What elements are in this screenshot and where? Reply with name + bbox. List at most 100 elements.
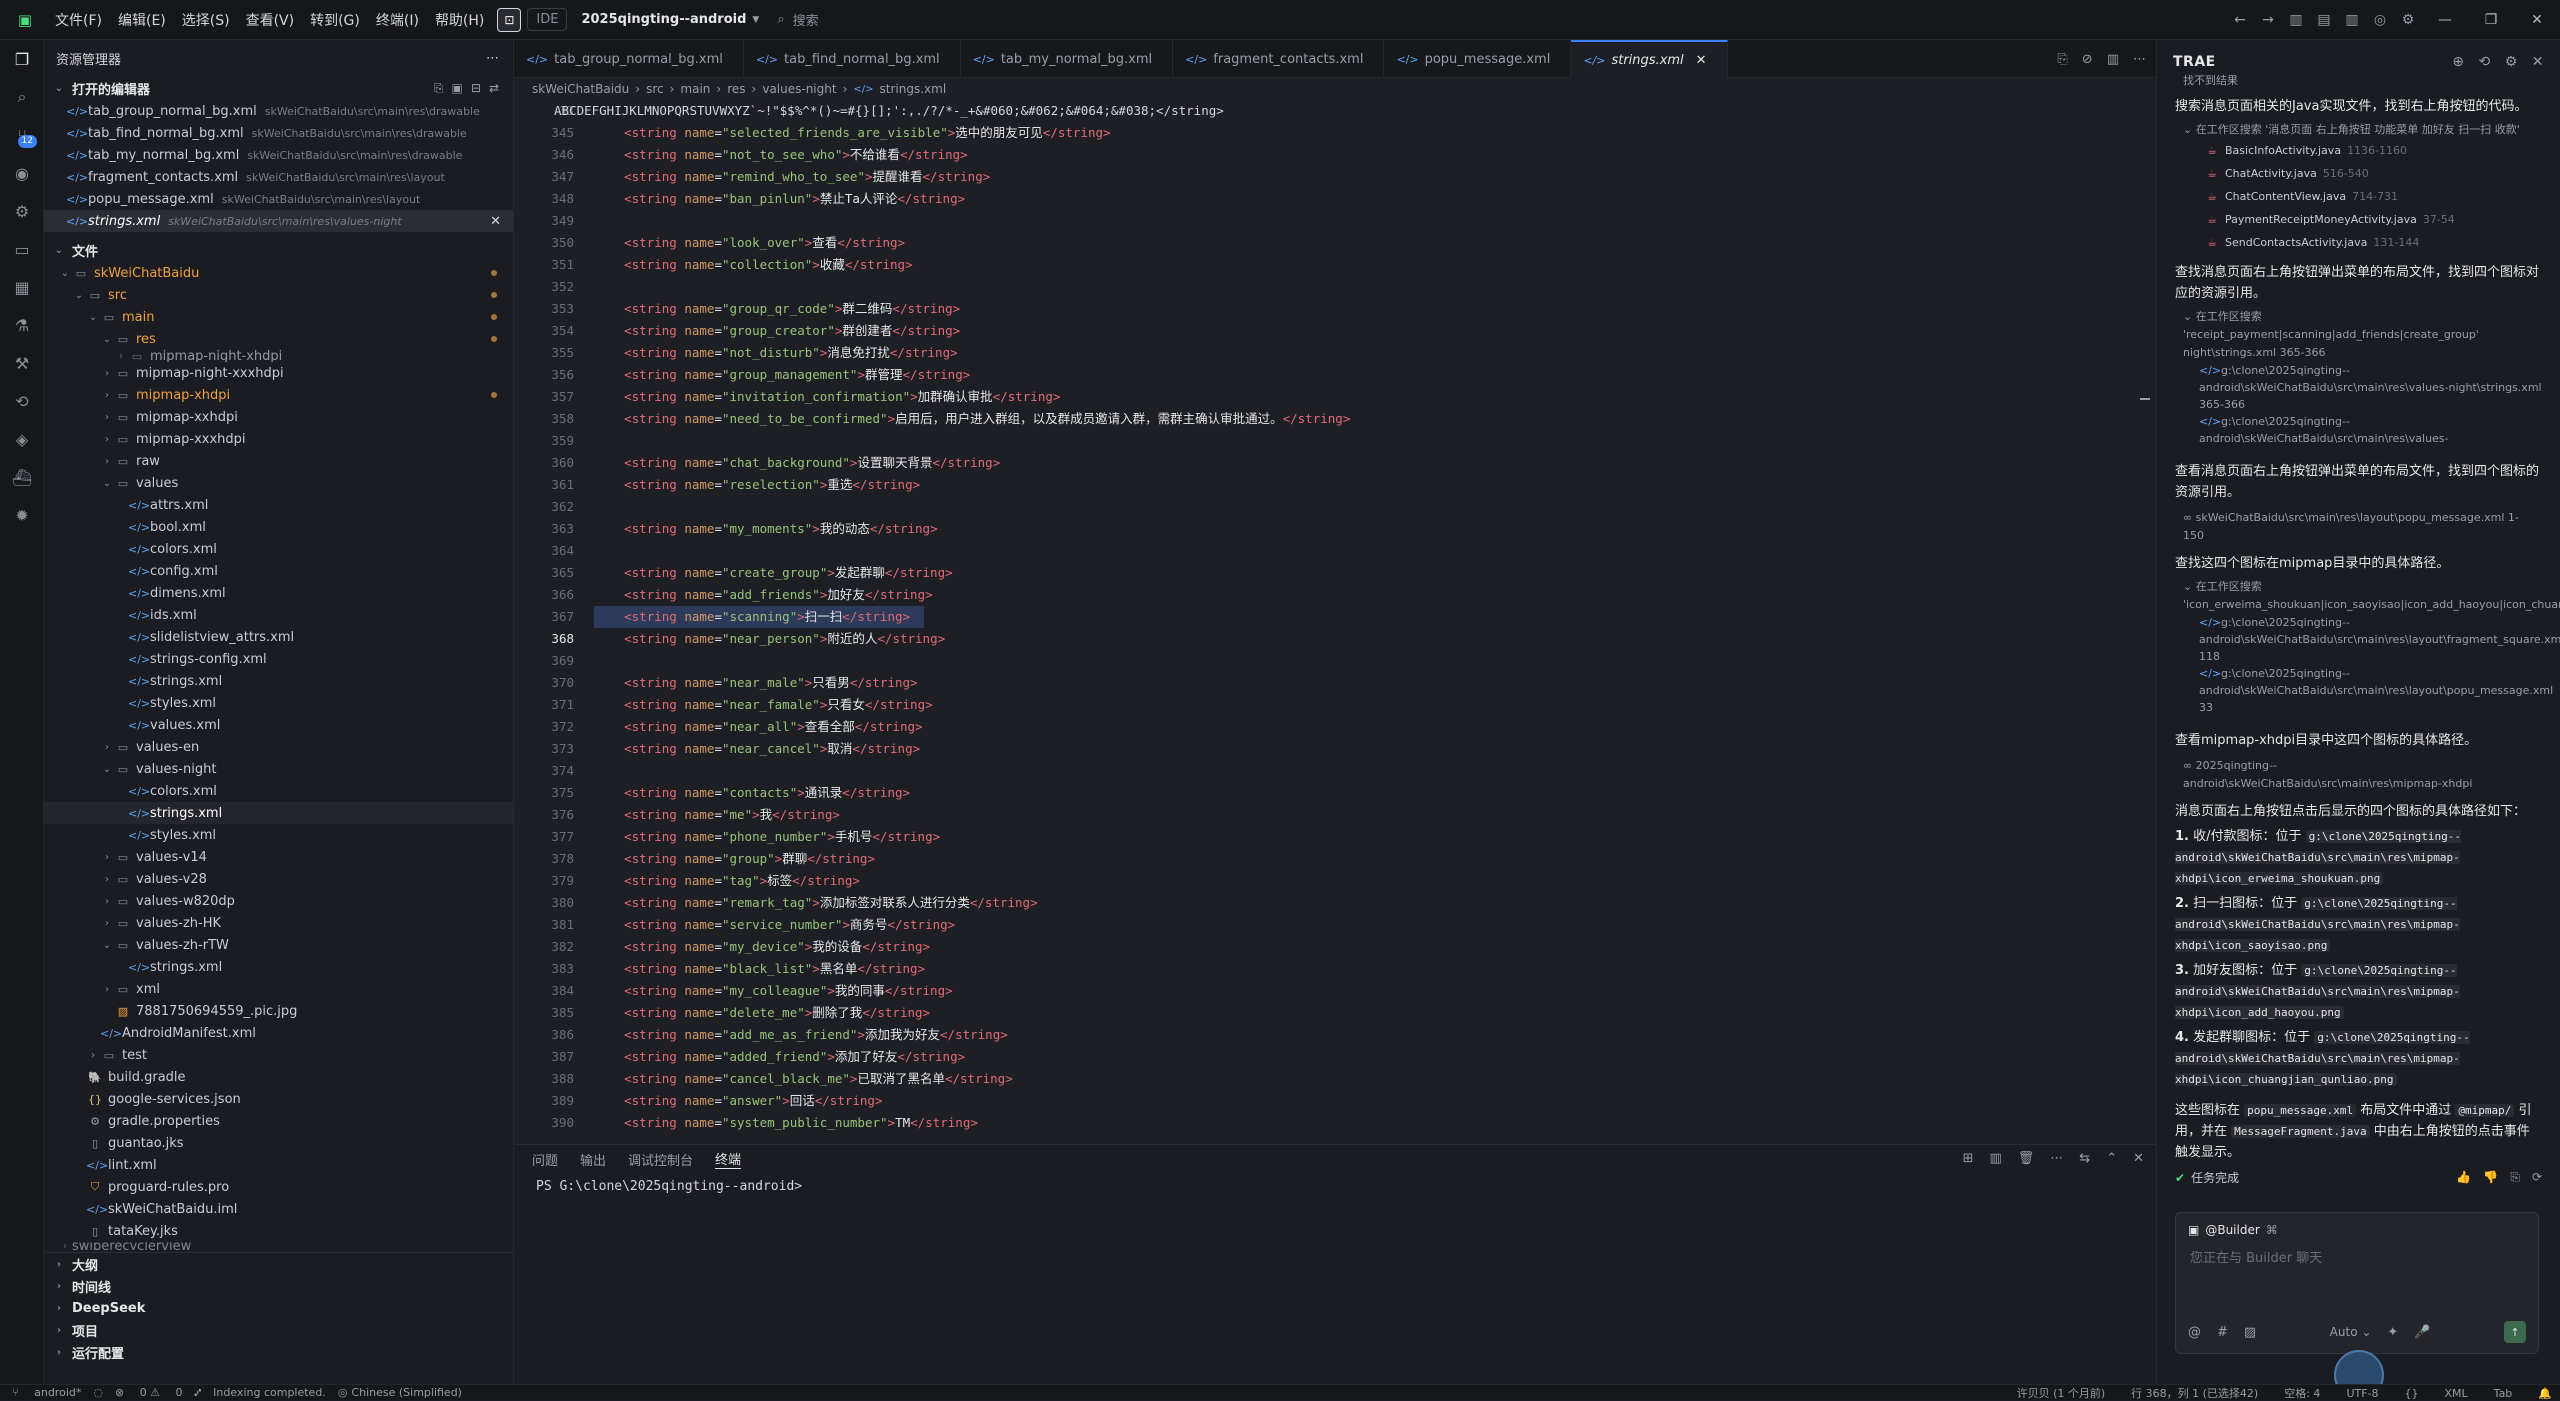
deepseek-section[interactable]: › DeepSeek [44, 1297, 513, 1319]
language-status[interactable]: Chinese (Simplified) [351, 1386, 462, 1399]
tree-file[interactable]: </> values.xml [44, 714, 513, 736]
tab-strings-active[interactable]: </> strings.xml ✕ [1571, 40, 1728, 78]
terminal-prompt[interactable]: PS G:\clone\2025qingting--android> [514, 1173, 2156, 1200]
save-all-icon[interactable]: ▣ [452, 81, 463, 96]
copy-icon[interactable]: ⎘ [2510, 1170, 2520, 1185]
code-line[interactable]: <string name="group_management">群管理</str… [594, 364, 970, 386]
tree-file[interactable]: </> slidelistview_attrs.xml [44, 626, 513, 648]
tree-folder[interactable]: › swiperecyclerview [44, 1242, 513, 1250]
maximize-icon[interactable]: ❐ [2468, 12, 2514, 28]
indentation[interactable]: 空格: 4 [2284, 1385, 2320, 1401]
close-icon[interactable]: ✕ [490, 214, 501, 229]
code-line[interactable]: <string name="remark_tag">添加标签对联系人进行分类</… [594, 892, 1038, 914]
tree-folder[interactable]: › ▭ values-w820dp [44, 890, 513, 912]
code-line[interactable]: <string name="group_qr_code">群二维码</strin… [594, 298, 960, 320]
retry-icon[interactable]: ⟳ [2532, 1170, 2542, 1185]
code-line[interactable]: <string name="create_group">发起群聊</string… [594, 562, 953, 584]
image-upload-icon[interactable]: ▨ [2244, 1325, 2256, 1340]
branch-status[interactable]: ⑂ android* [12, 1386, 81, 1399]
close-window-icon[interactable]: ✕ [2514, 12, 2560, 28]
testing-icon[interactable]: ⚗ [0, 306, 44, 344]
collapse-icon[interactable]: ⊟ [471, 81, 481, 96]
tree-file[interactable]: </> styles.xml [44, 824, 513, 846]
timeline-section[interactable]: › 时间线 [44, 1275, 513, 1297]
hash-icon[interactable]: # [2217, 1325, 2228, 1340]
extensions-gear-icon[interactable]: ⚙ [0, 192, 44, 230]
new-untitled-icon[interactable]: ⎘ [434, 81, 444, 96]
breadcrumb-item[interactable]: res [727, 82, 745, 96]
code-line[interactable]: <string name="scanning">扫一扫</string> [594, 606, 910, 628]
tree-file-active[interactable]: </> strings.xml [44, 802, 513, 824]
code-line[interactable]: <string name="system_public_number">TM</… [594, 1112, 978, 1134]
file-reference[interactable]: ∞ skWeiChatBaidu\src\main\res\layout\pop… [2157, 509, 2560, 545]
code-line[interactable]: <string name="delete_me">删除了我</string> [594, 1002, 930, 1024]
code-line[interactable]: <string name="need_to_be_confirmed">启用后，… [594, 408, 1350, 430]
open-editor-item[interactable]: </> tab_group_normal_bg.xml skWeiChatBai… [44, 100, 513, 122]
search-step[interactable]: ⌄ 在工作区搜索 '消息页面 右上角按钮 功能菜单 加好友 扫一扫 收款' [2157, 121, 2560, 139]
code-line[interactable]: <string name="group">群聊</string> [594, 848, 875, 870]
result-file[interactable]: ☕ ChatContentView.java 714-731 [2157, 185, 2560, 208]
tab-fragment-contacts[interactable]: </> fragment_contacts.xml [1173, 40, 1385, 78]
tree-folder[interactable]: › ▭ mipmap-xxhdpi [44, 406, 513, 428]
back-icon[interactable]: ← [2226, 12, 2254, 28]
sticky-code-line[interactable]: ABCDEFGHIJKLMNOPQRSTUVWXYZ`~!"$$%^*()~=#… [554, 100, 1224, 122]
code-line[interactable]: <string name="not_disturb">消息免打扰</string… [594, 342, 958, 364]
code-line[interactable]: <string name="tag">标签</string> [594, 870, 860, 892]
language-mode[interactable]: XML [2445, 1387, 2468, 1400]
code-editor[interactable]: 33 ABCDEFGHIJKLMNOPQRSTUVWXYZ`~!"$$%^*()~… [514, 100, 2156, 1144]
breadcrumb-item[interactable]: skWeiChatBaidu [532, 82, 629, 96]
toggle-sidebar-icon[interactable]: ▥ [2282, 12, 2310, 28]
microphone-icon[interactable]: 🎤 [2414, 1325, 2430, 1340]
settings-icon[interactable]: ⚙ [2394, 12, 2422, 28]
command-search[interactable]: ⌕ 搜索 [777, 10, 1037, 29]
new-chat-icon[interactable]: ⊕ [2452, 54, 2464, 70]
menu-select[interactable]: 选择(S) [175, 6, 237, 34]
code-line[interactable]: <string name="collection">收藏</string> [594, 254, 913, 276]
tree-folder[interactable]: ⌄ ▭ main [44, 306, 513, 328]
code-line[interactable]: <string name="ban_pinlun">禁止Ta人评论</strin… [594, 188, 965, 210]
code-line[interactable]: <string name="add_me_as_friend">添加我为好友</… [594, 1024, 1008, 1046]
open-editor-item[interactable]: </> popu_message.xml skWeiChatBaidu\src\… [44, 188, 513, 210]
tree-file[interactable]: </> bool.xml [44, 516, 513, 538]
code-line[interactable]: <string name="not_to_see_who">不给谁看</stri… [594, 144, 968, 166]
sync-icon[interactable]: ◌ [93, 1386, 103, 1399]
more-actions-icon[interactable]: ⋯ [2050, 1151, 2063, 1166]
tree-file[interactable]: </> strings.xml [44, 956, 513, 978]
code-line[interactable]: <string name="my_colleague">我的同事</string… [594, 980, 953, 1002]
notifications-icon[interactable]: 🔔 [2538, 1387, 2552, 1400]
split-terminal-icon[interactable]: ▥ [1989, 1151, 2001, 1166]
code-line[interactable]: <string name="look_over">查看</string> [594, 232, 905, 254]
tree-folder[interactable]: › ▭ mipmap-xhdpi [44, 384, 513, 406]
thumbs-up-icon[interactable]: 👍 [2456, 1170, 2471, 1185]
tree-folder[interactable]: › ▭ mipmap-night-xxxhdpi [44, 362, 513, 384]
tree-file[interactable]: </> strings-config.xml [44, 648, 513, 670]
result-path[interactable]: </>g:\clone\2025qingting--android\skWeiC… [2157, 614, 2560, 665]
tree-file[interactable]: </> colors.xml [44, 780, 513, 802]
result-file[interactable]: ☕ PaymentReceiptMoneyActivity.java 37-54 [2157, 208, 2560, 231]
menu-edit[interactable]: 编辑(E) [111, 6, 173, 34]
close-icon[interactable]: ✕ [1696, 53, 1707, 68]
tree-folder[interactable]: › ▭ test [44, 1044, 513, 1066]
tab-tab-group-normal-bg[interactable]: </> tab_group_normal_bg.xml [514, 40, 744, 78]
panel-layout-icon[interactable]: ⇆ [2079, 1151, 2090, 1166]
history-icon[interactable]: ⟲ [2478, 54, 2490, 70]
run-debug-icon[interactable]: ◉ [0, 154, 44, 192]
tree-folder[interactable]: ⌄ ▭ src [44, 284, 513, 306]
code-line[interactable]: <string name="added_friend">添加了好友</strin… [594, 1046, 965, 1068]
result-file[interactable]: ☕ SendContactsActivity.java 131-144 [2157, 231, 2560, 254]
tree-folder[interactable]: › ▭ xml [44, 978, 513, 1000]
send-button[interactable]: ↑ [2503, 1321, 2526, 1343]
menu-goto[interactable]: 转到(G) [303, 6, 367, 34]
toggle-panel-icon[interactable]: ▤ [2310, 12, 2338, 28]
tab-popu-message[interactable]: </> popu_message.xml [1384, 40, 1572, 78]
tree-file[interactable]: ▨ 7881750694559_.pic.jpg [44, 1000, 513, 1022]
open-editor-item[interactable]: </> tab_find_normal_bg.xml skWeiChatBaid… [44, 122, 513, 144]
toggle-chat-icon[interactable]: ▥ [2338, 12, 2366, 28]
tree-folder[interactable]: ⌄ ▭ res [44, 328, 513, 350]
code-line[interactable]: <string name="cancel_black_me">已取消了黑名单</… [594, 1068, 1013, 1090]
summary-code[interactable]: MessageFragment.java [2231, 1125, 2370, 1138]
breadcrumb-item[interactable]: values-night [762, 82, 836, 96]
open-editor-item[interactable]: </> fragment_contacts.xml skWeiChatBaidu… [44, 166, 513, 188]
minimize-icon[interactable]: — [2422, 12, 2468, 28]
breadcrumb-item[interactable]: main [680, 82, 710, 96]
